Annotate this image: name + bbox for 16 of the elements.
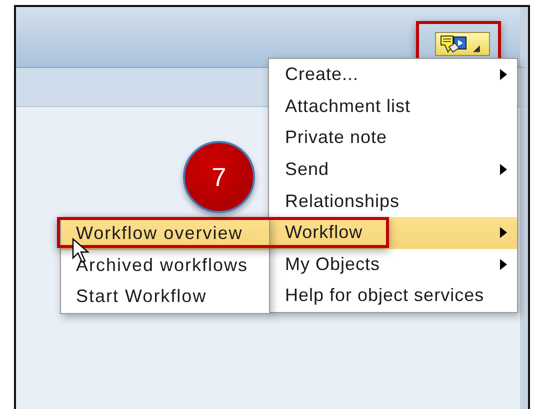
menu-item[interactable]: Private note [269, 122, 517, 154]
submenu-item[interactable]: Start Workflow [61, 281, 269, 313]
submenu-arrow-icon [500, 164, 507, 176]
menu-item[interactable]: Workflow [269, 216, 517, 249]
submenu-arrow-icon [500, 258, 507, 270]
menu-item[interactable]: Create... [269, 59, 517, 91]
submenu-item[interactable]: Archived workflows [61, 250, 269, 282]
object-services-button[interactable]: ◢ [435, 32, 490, 56]
caret-icon: ◢ [473, 44, 480, 52]
menu-item[interactable]: Send [269, 154, 517, 186]
menu-item[interactable]: My Objects [269, 248, 517, 280]
menu-item[interactable]: Help for object services [269, 280, 517, 312]
menu-item[interactable]: Relationships [269, 185, 517, 217]
submenu-arrow-icon [500, 227, 507, 238]
menu-item[interactable]: Attachment list [269, 90, 517, 122]
submenu-arrow-icon [500, 69, 507, 80]
